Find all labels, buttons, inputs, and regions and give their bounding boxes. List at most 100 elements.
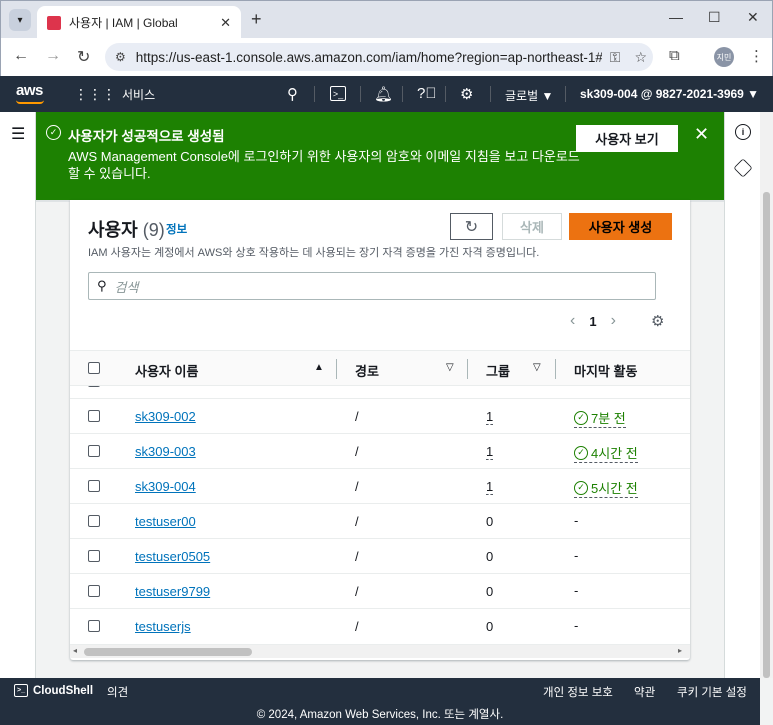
column-resizer[interactable] bbox=[336, 359, 337, 379]
maximize-icon[interactable]: ☐ bbox=[708, 9, 721, 26]
side-nav-menu-icon[interactable]: ☰ bbox=[11, 124, 25, 144]
table-row: sk309-002 / 1 ✓ 7분 전 bbox=[70, 399, 690, 434]
browser-address-bar: ← → ↻ ⚙ https://us-east-1.console.aws.am… bbox=[0, 38, 773, 76]
services-label: 서비스 bbox=[122, 88, 156, 102]
info-link[interactable]: 정보 bbox=[166, 221, 187, 237]
row-checkbox[interactable] bbox=[88, 386, 100, 387]
row-checkbox[interactable] bbox=[88, 550, 100, 562]
account-menu[interactable]: sk309-004 @ 9827-2021-3969 ▼ bbox=[580, 87, 759, 101]
url-field[interactable]: ⚙ https://us-east-1.console.aws.amazon.c… bbox=[105, 43, 653, 71]
row-checkbox[interactable] bbox=[88, 585, 100, 597]
last-activity-text: - bbox=[574, 618, 579, 633]
scroll-left-icon[interactable]: ◂ bbox=[73, 646, 77, 655]
help-icon[interactable]: ?⃝ bbox=[417, 85, 437, 102]
flash-title: 사용자가 성공적으로 생성됨 bbox=[68, 129, 225, 144]
cookie-preferences-link[interactable]: 쿠키 기본 설정 bbox=[677, 684, 747, 700]
groups-count-cell[interactable]: 1 bbox=[486, 479, 494, 495]
users-table-card: 사용자 (9) 정보 IAM 사용자는 계정에서 AWS와 상호 작용하는 데 … bbox=[70, 200, 690, 660]
user-name-link[interactable]: sk309-004 bbox=[135, 479, 196, 494]
user-name-link[interactable]: testuser9799 bbox=[135, 584, 210, 599]
delete-button[interactable]: 삭제 bbox=[502, 213, 562, 240]
previous-page-icon[interactable]: ‹ bbox=[570, 312, 575, 330]
window-close-icon[interactable]: ✕ bbox=[747, 9, 759, 26]
table-body: sk309-002 / 1 ✓ 7분 전 sk309-003 / 1 ✓ 4시간 전… bbox=[70, 386, 690, 642]
tab-title: 사용자 | IAM | Global bbox=[69, 16, 178, 30]
search-icon[interactable]: ⚲ bbox=[287, 85, 298, 103]
sort-ascending-icon[interactable]: ▲ bbox=[314, 362, 324, 373]
user-name-link[interactable]: testuser00 bbox=[135, 514, 196, 529]
region-selector[interactable]: 글로벌 ▼ bbox=[505, 87, 553, 104]
info-panel-icon[interactable]: i bbox=[735, 124, 751, 140]
tab-close-icon[interactable]: ✕ bbox=[220, 15, 231, 31]
feedback-link[interactable]: 의견 bbox=[107, 684, 128, 700]
terms-link[interactable]: 약관 bbox=[634, 684, 655, 700]
password-key-icon[interactable]: ⚿ bbox=[610, 49, 621, 66]
page-scrollbar[interactable] bbox=[760, 112, 773, 678]
row-checkbox[interactable] bbox=[88, 445, 100, 457]
select-all-checkbox[interactable] bbox=[88, 362, 100, 374]
extensions-icon[interactable]: ⧉ bbox=[669, 47, 680, 64]
services-menu[interactable]: ⋮⋮⋮ 서비스 bbox=[74, 86, 155, 103]
browser-menu-icon[interactable]: ⋮ bbox=[749, 47, 764, 65]
table-row bbox=[70, 386, 690, 399]
site-settings-icon[interactable]: ⚙ bbox=[115, 50, 126, 64]
notifications-bell-icon[interactable]: 🔔︎ bbox=[374, 85, 393, 103]
groups-count-cell: 0 bbox=[486, 584, 494, 599]
last-activity-text: - bbox=[574, 583, 579, 598]
browser-tab-bar: ▾ 사용자 | IAM | Global ✕ + — ☐ ✕ bbox=[0, 0, 773, 39]
sort-down-icon[interactable]: ▽ bbox=[533, 362, 541, 373]
new-tab-plus-icon[interactable]: + bbox=[251, 9, 262, 30]
user-name-link[interactable]: testuser0505 bbox=[135, 549, 210, 564]
create-user-button[interactable]: 사용자 생성 bbox=[569, 213, 672, 240]
last-activity-cell[interactable]: ✓ 5시간 전 bbox=[574, 478, 638, 498]
sort-down-icon[interactable]: ▽ bbox=[446, 362, 454, 373]
column-header-user-name[interactable]: 사용자 이름 bbox=[135, 361, 198, 380]
row-checkbox[interactable] bbox=[88, 410, 100, 422]
last-activity-cell[interactable]: ✓ 7분 전 bbox=[574, 408, 626, 428]
view-user-button[interactable]: 사용자 보기 bbox=[576, 125, 678, 152]
flash-close-icon[interactable]: ✕ bbox=[694, 124, 709, 145]
aws-logo[interactable]: aws bbox=[16, 82, 43, 99]
next-page-icon[interactable]: › bbox=[611, 312, 616, 330]
aws-iam-favicon-icon bbox=[47, 15, 61, 30]
refresh-button[interactable]: ↻ bbox=[450, 213, 493, 240]
user-name-link[interactable]: testuserjs bbox=[135, 619, 191, 634]
groups-count-cell[interactable]: 1 bbox=[486, 444, 494, 460]
success-check-icon: ✓ bbox=[46, 125, 61, 140]
column-resizer[interactable] bbox=[467, 359, 468, 379]
settings-gear-icon[interactable]: ⚙ bbox=[460, 85, 473, 103]
row-checkbox[interactable] bbox=[88, 620, 100, 632]
bookmark-star-icon[interactable]: ☆ bbox=[634, 49, 647, 66]
page-scrollbar-thumb[interactable] bbox=[763, 192, 770, 678]
column-header-groups[interactable]: 그룹 bbox=[486, 361, 510, 380]
tab-search-chevron-icon[interactable]: ▾ bbox=[9, 9, 31, 31]
column-resizer[interactable] bbox=[555, 359, 556, 379]
minimize-icon[interactable]: — bbox=[669, 9, 683, 25]
cloudshell-icon[interactable]: >_ bbox=[330, 86, 346, 101]
groups-count-cell[interactable]: 1 bbox=[486, 409, 494, 425]
column-header-path[interactable]: 경로 bbox=[355, 361, 379, 380]
cloudshell-button[interactable]: >_ CloudShell bbox=[14, 684, 93, 697]
table-horizontal-scrollbar[interactable]: ◂ ▸ bbox=[70, 644, 690, 658]
scroll-right-icon[interactable]: ▸ bbox=[678, 646, 682, 655]
users-count: (9) bbox=[142, 220, 165, 240]
table-row: sk309-004 / 1 ✓ 5시간 전 bbox=[70, 469, 690, 504]
last-activity-cell[interactable]: ✓ 4시간 전 bbox=[574, 443, 638, 463]
row-checkbox[interactable] bbox=[88, 480, 100, 492]
page-number[interactable]: 1 bbox=[589, 314, 596, 329]
browser-tab[interactable]: 사용자 | IAM | Global ✕ bbox=[37, 6, 241, 39]
table-preferences-gear-icon[interactable]: ⚙ bbox=[651, 312, 664, 330]
back-arrow-icon[interactable]: ← bbox=[13, 47, 29, 65]
left-rail: ☰ bbox=[0, 112, 36, 678]
table-scrollbar-thumb[interactable] bbox=[84, 648, 252, 656]
reload-icon[interactable]: ↻ bbox=[77, 47, 90, 67]
search-input[interactable]: ⚲ 검색 bbox=[88, 272, 656, 300]
profile-avatar[interactable]: 지민 bbox=[714, 47, 734, 67]
column-header-last-activity[interactable]: 마지막 활동 bbox=[574, 361, 637, 380]
user-name-link[interactable]: sk309-002 bbox=[135, 409, 196, 424]
amazon-q-icon[interactable] bbox=[733, 158, 753, 178]
forward-arrow-icon[interactable]: → bbox=[45, 47, 61, 65]
privacy-link[interactable]: 개인 정보 보호 bbox=[543, 684, 613, 700]
user-name-link[interactable]: sk309-003 bbox=[135, 444, 196, 459]
row-checkbox[interactable] bbox=[88, 515, 100, 527]
